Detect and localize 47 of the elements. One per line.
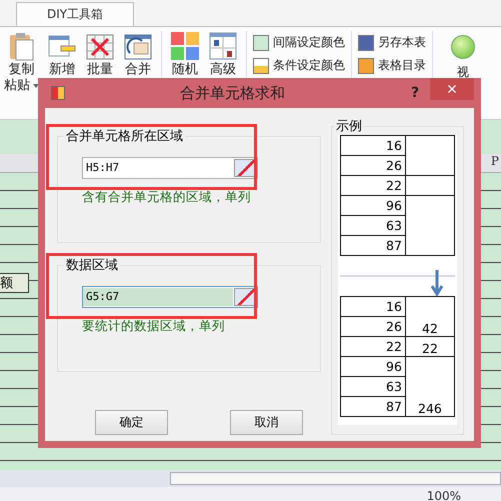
- table-cell-text: 26: [385, 157, 403, 175]
- table-cell-text: 26: [385, 318, 403, 336]
- table-cell-text: 246: [417, 400, 443, 416]
- ribbon-button[interactable]: 条件设定颜色: [251, 56, 347, 75]
- hint-text: 含有合并单元格的区域，单列: [82, 189, 252, 206]
- table-cell: 16: [340, 136, 405, 156]
- table-cell-text: 87: [385, 398, 403, 416]
- table-cell-text: 22: [385, 177, 403, 195]
- table-cell: 96: [340, 196, 405, 216]
- range-picker-icon[interactable]: [234, 288, 256, 306]
- ribbon-button[interactable]: 随机: [166, 29, 204, 79]
- ribbon-button[interactable]: 新增: [43, 29, 81, 79]
- help-button[interactable]: ?: [400, 84, 430, 102]
- horizontal-scrollbar[interactable]: [170, 472, 501, 485]
- app-icon: [51, 86, 65, 100]
- table-cell-text: 22: [421, 340, 439, 356]
- table-cell: 额: [0, 273, 29, 293]
- hint-text: 要统计的数据区域，单列: [82, 318, 226, 335]
- close-button[interactable]: ×: [430, 78, 474, 100]
- ribbon-button[interactable]: 合并: [119, 29, 157, 79]
- ribbon-button[interactable]: 表格目录: [356, 56, 428, 75]
- ribbon-button[interactable]: 间隔设定颜色: [251, 33, 347, 52]
- table-cell-text: 87: [385, 237, 403, 255]
- sort-grid-icon: [208, 31, 238, 61]
- table-cell: 63: [340, 216, 405, 236]
- ribbon-button[interactable]: 高级: [204, 29, 242, 79]
- table-cell: 16: [340, 297, 405, 317]
- table-cell-text: 42: [421, 320, 439, 336]
- range-picker-icon[interactable]: [234, 159, 256, 177]
- color-squares-icon: [170, 31, 200, 61]
- zoom-level: 100%: [426, 488, 461, 501]
- range-field[interactable]: G5:G7: [82, 286, 258, 308]
- table-cell-text: 22: [385, 338, 403, 356]
- column-header: P: [490, 154, 500, 170]
- group-label: 示例: [334, 117, 364, 135]
- group-label: 合并单元格所在区域: [64, 127, 185, 145]
- table-cell: 96: [340, 357, 405, 377]
- ribbon-button[interactable]: 另存本表: [356, 33, 428, 52]
- ribbon-button[interactable]: 批量: [81, 29, 119, 79]
- orb-icon: [451, 35, 475, 59]
- table-cell: 63: [340, 377, 405, 397]
- dialog-button[interactable]: 确定: [95, 410, 168, 435]
- dialog-title: 合并单元格求和: [179, 84, 286, 102]
- dialog-button[interactable]: 取消: [230, 410, 303, 435]
- ribbon-tab[interactable]: DIY工具箱: [16, 2, 134, 26]
- range-field[interactable]: H5:H7: [82, 157, 258, 179]
- down-arrow-icon: [431, 270, 443, 296]
